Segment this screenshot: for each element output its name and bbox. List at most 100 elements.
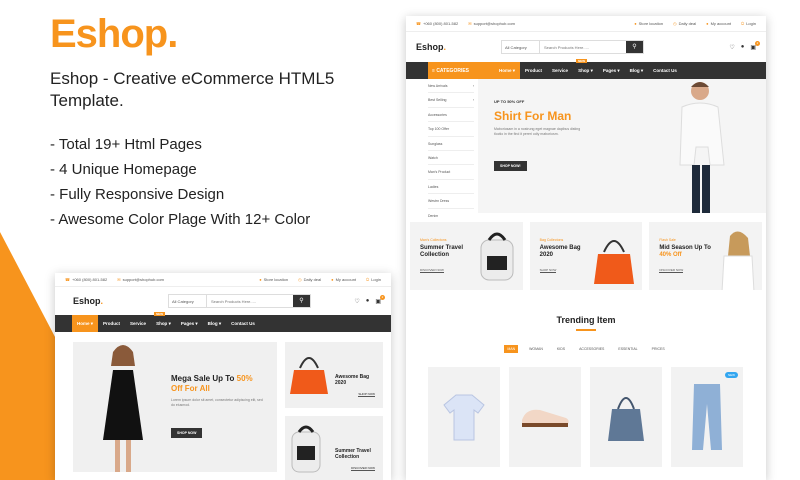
- top-bar: ☎ +060 (800) 801-582 ✉ support@shophub.com…: [55, 273, 391, 287]
- tab-prices[interactable]: PRICES: [649, 345, 668, 353]
- new-badge: NEW: [154, 312, 166, 316]
- feature-item: Total 19+ Html Pages: [50, 132, 310, 157]
- email-text: support@shophub.com: [473, 21, 516, 26]
- nav-service[interactable]: Service: [125, 315, 151, 332]
- nav-shop[interactable]: NEW Shop ▾: [573, 59, 598, 79]
- blue-bag-image: [608, 397, 644, 441]
- brand-logo: Eshop.: [50, 12, 178, 56]
- daily-deal-link[interactable]: ◷ Daily deal: [673, 21, 696, 26]
- phone-icon: ☎: [65, 277, 70, 282]
- tab-woman[interactable]: WOMAN: [526, 345, 546, 353]
- tab-essential[interactable]: ESSENTIAL: [615, 345, 640, 353]
- categories-button[interactable]: ≡ CATEGORIES: [428, 62, 494, 79]
- discover-link[interactable]: DISCOVER NOW: [659, 268, 684, 273]
- hero-description: Lorem ipsum dolor sit amet, consectetur …: [171, 398, 263, 407]
- product-card[interactable]: [509, 367, 581, 467]
- feature-item: 4 Unique Homepage: [50, 157, 310, 182]
- clock-icon: ◷: [673, 21, 677, 26]
- new-badge: NEW: [725, 372, 738, 378]
- user-icon: ●: [706, 21, 709, 26]
- category-select[interactable]: All Category: [502, 41, 540, 53]
- nav-service[interactable]: Service: [547, 62, 573, 79]
- login-link[interactable]: ⏻ Login: [741, 21, 756, 26]
- blouse-image: [443, 394, 485, 441]
- jeans-image: [692, 384, 722, 450]
- category-item[interactable]: Accessories: [428, 108, 474, 123]
- nav-pages[interactable]: Pages ▾: [176, 315, 203, 332]
- user-icon[interactable]: ●: [741, 44, 745, 51]
- daily-deal-link[interactable]: ◷ Daily deal: [298, 277, 321, 282]
- category-item[interactable]: Sunglass: [428, 137, 474, 151]
- model-woman-dress-image: [103, 345, 143, 472]
- nav-blog[interactable]: Blog ▾: [625, 62, 649, 79]
- category-item[interactable]: Westrn Dress: [428, 194, 474, 209]
- site-logo[interactable]: Eshop.: [65, 296, 150, 306]
- cart-icon[interactable]: ▣ 2: [750, 40, 760, 51]
- category-select[interactable]: All Category: [169, 295, 207, 307]
- collection-card[interactable]: Man's Collectons Summer Travel Collectio…: [410, 222, 523, 290]
- model-woman-image: [721, 231, 755, 290]
- search-input[interactable]: [540, 41, 626, 53]
- site-header: Eshop. All Category ⚲ ♡ ● ▣2: [55, 287, 391, 315]
- search-button[interactable]: ⚲: [293, 295, 310, 307]
- category-item[interactable]: Man's Product: [428, 165, 474, 180]
- site-logo[interactable]: Eshop.: [416, 42, 501, 52]
- side-banner[interactable]: Summer Travel Collection DISCOVER NOW: [285, 416, 383, 480]
- backpack-image: [480, 232, 514, 281]
- collection-card[interactable]: Bag Collectons Awesome Bag 2020 SHOP NOW: [529, 222, 643, 290]
- discover-link[interactable]: DISCOVER NOW: [351, 466, 375, 471]
- nav-pages[interactable]: Pages ▾: [598, 62, 625, 79]
- category-item[interactable]: Top 100 Offer: [428, 122, 474, 137]
- phone-icon: ☎: [416, 21, 421, 26]
- nav-home[interactable]: Home ▾: [72, 315, 99, 332]
- shop-link[interactable]: SHOP NOW: [358, 392, 375, 397]
- nav-blog[interactable]: Blog ▾: [203, 315, 227, 332]
- trending-title: Trending Item: [556, 315, 616, 325]
- wishlist-icon[interactable]: ♡: [354, 298, 359, 305]
- my-account-link[interactable]: ● My account: [706, 21, 731, 26]
- user-icon[interactable]: ●: [366, 298, 370, 305]
- product-card[interactable]: [428, 367, 500, 467]
- category-item[interactable]: Denim: [428, 209, 474, 223]
- header-icons: ♡ ● ▣ 2: [729, 40, 760, 51]
- store-location-link[interactable]: ● Store location: [634, 21, 663, 26]
- side-banner[interactable]: Awesome Bag 2020 SHOP NOW: [285, 342, 383, 408]
- search-bar: All Category ⚲: [501, 40, 644, 54]
- store-location-link[interactable]: ● Store location: [259, 277, 288, 282]
- chevron-right-icon: ›: [472, 84, 474, 88]
- title-underline: [576, 329, 596, 331]
- hero-shop-button[interactable]: SHOP NOW: [171, 428, 203, 438]
- collection-card[interactable]: Flash Sale Mid Season Up To 40% Off DISC…: [649, 222, 763, 290]
- tagline: Eshop - Creative eCommerce HTML5 Templat…: [50, 69, 335, 110]
- cart-count: 2: [380, 294, 385, 300]
- nav-product[interactable]: Product: [98, 315, 125, 332]
- my-account-link[interactable]: ● My account: [331, 277, 356, 282]
- category-item[interactable]: New Arrivals ›: [428, 79, 474, 94]
- nav-home[interactable]: Home ▾: [494, 62, 521, 79]
- nav-product[interactable]: Product: [520, 62, 547, 79]
- tab-man[interactable]: MAN: [504, 345, 519, 353]
- hero-shop-button[interactable]: SHOP NOW!: [494, 161, 527, 171]
- nav-contact[interactable]: Contact Us: [226, 315, 260, 332]
- main-nav: Home ▾ Product Service NEW Shop ▾ Pages ▾…: [55, 312, 391, 332]
- cart-icon[interactable]: ▣ 2: [375, 294, 385, 305]
- search-input[interactable]: [207, 295, 293, 307]
- product-card[interactable]: NEW: [671, 367, 743, 467]
- tab-accessories[interactable]: ACCESSORIES: [576, 345, 607, 353]
- filter-tabs: MAN WOMAN KIDS ACCESSORIES ESSENTIAL PRI…: [406, 345, 766, 353]
- category-item[interactable]: Ladies: [428, 180, 474, 195]
- wishlist-icon[interactable]: ♡: [729, 44, 734, 51]
- login-link[interactable]: ⏻ Login: [366, 277, 381, 282]
- product-card[interactable]: [590, 367, 662, 467]
- shop-link[interactable]: SHOP NOW: [539, 268, 557, 273]
- hero-banner: Mega Sale Up To 50% Off For All Lorem ip…: [73, 342, 277, 472]
- nav-contact[interactable]: Contact Us: [648, 62, 682, 79]
- discover-link[interactable]: DISCOVER NOW: [420, 268, 444, 273]
- category-item[interactable]: Watch: [428, 151, 474, 166]
- category-item[interactable]: Best Selling ›: [428, 93, 474, 108]
- tab-kids[interactable]: KIDS: [554, 345, 568, 353]
- search-button[interactable]: ⚲: [626, 41, 643, 53]
- nav-shop[interactable]: NEW Shop ▾: [151, 312, 176, 332]
- model-man-image: [679, 82, 725, 213]
- backpack-image: [291, 425, 321, 473]
